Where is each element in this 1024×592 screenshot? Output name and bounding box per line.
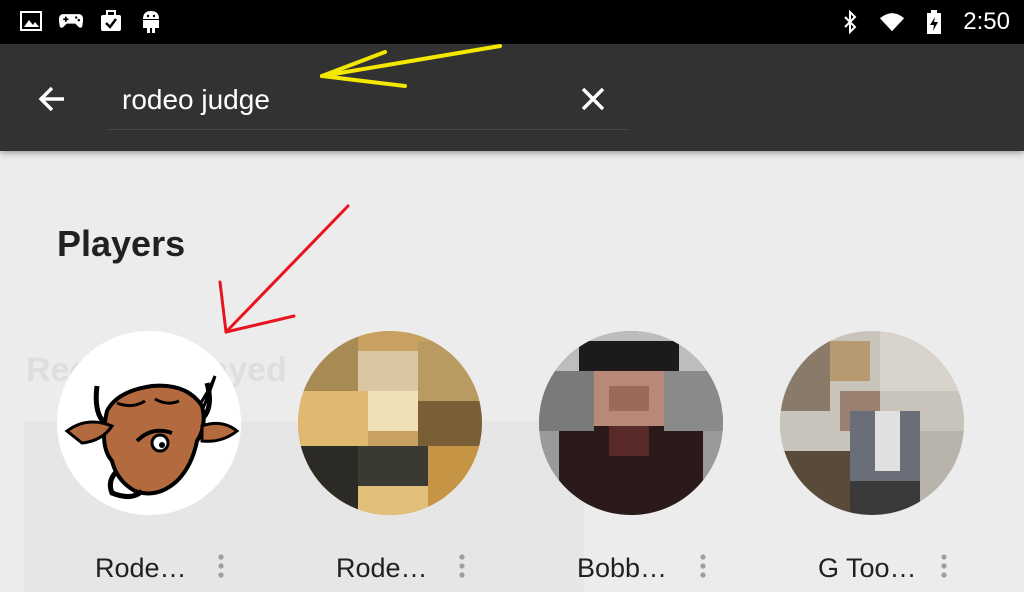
player-name: Rode…	[336, 553, 428, 583]
avatar	[57, 331, 241, 515]
avatar	[298, 331, 482, 515]
search-toolbar	[0, 44, 1024, 151]
player-card[interactable]: Rode…	[298, 331, 482, 583]
close-icon	[581, 87, 605, 111]
more-options-button[interactable]	[454, 553, 470, 579]
search-input[interactable]	[120, 76, 624, 124]
more-vert-icon	[941, 554, 947, 578]
android-icon	[138, 8, 164, 34]
more-vert-icon	[700, 554, 706, 578]
avatar	[539, 331, 723, 515]
arrow-left-icon	[38, 86, 64, 112]
image-icon	[18, 8, 44, 34]
pixelated-photo	[780, 331, 964, 515]
notification-icons	[18, 8, 164, 34]
briefcase-check-icon	[98, 8, 124, 34]
bluetooth-icon	[837, 9, 863, 35]
system-icons: 2:50	[837, 0, 1010, 44]
player-name: Rode…	[95, 553, 187, 583]
player-name: Bobb…	[577, 553, 668, 583]
more-options-button[interactable]	[695, 553, 711, 579]
wifi-icon	[879, 9, 905, 35]
status-bar: 2:50	[0, 0, 1024, 44]
clear-search-button[interactable]	[574, 80, 612, 118]
avatar	[780, 331, 964, 515]
section-title: Players	[57, 223, 186, 264]
back-button[interactable]	[34, 80, 72, 118]
more-options-button[interactable]	[936, 553, 952, 579]
clock: 2:50	[963, 8, 1010, 35]
more-vert-icon	[218, 554, 224, 578]
battery-icon	[921, 9, 947, 35]
pixelated-photo	[539, 331, 723, 515]
gamepad-icon	[58, 8, 84, 34]
player-card[interactable]: Rode…	[57, 331, 241, 583]
player-card[interactable]: Bobb…	[539, 331, 723, 583]
player-name: G Too…	[818, 553, 917, 583]
search-underline	[108, 129, 628, 130]
bull-logo-icon	[57, 331, 241, 515]
more-vert-icon	[459, 554, 465, 578]
pixelated-photo	[298, 331, 482, 515]
player-card[interactable]: G Too…	[780, 331, 964, 583]
more-options-button[interactable]	[213, 553, 229, 579]
search-results: Recently Played Players Rode…	[0, 151, 1024, 592]
